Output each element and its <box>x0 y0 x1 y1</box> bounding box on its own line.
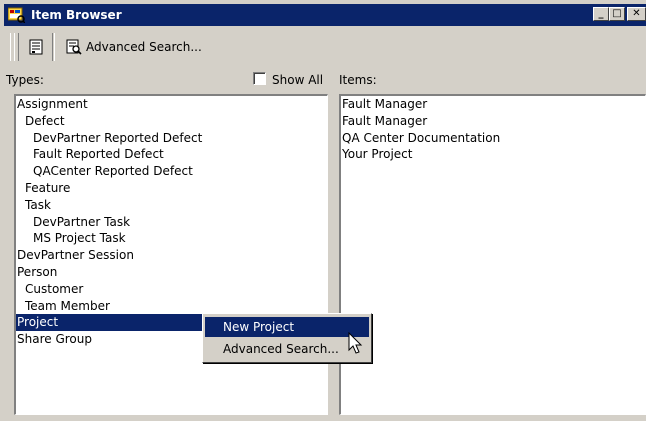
items-list[interactable]: Fault Manager Fault Manager QA Center Docu… <box>339 94 646 415</box>
tree-item[interactable]: DevPartner Task <box>16 214 327 231</box>
tree-item[interactable]: Feature <box>16 180 327 197</box>
tree-item[interactable]: Person <box>16 264 327 281</box>
item-properties-icon[interactable] <box>28 39 44 55</box>
types-label: Types: <box>6 73 44 87</box>
tree-item[interactable]: Fault Reported Defect <box>16 146 327 163</box>
show-all-label[interactable]: Show All <box>272 73 323 87</box>
tree-item[interactable]: Task <box>16 197 327 214</box>
tree-item[interactable]: Customer <box>16 281 327 298</box>
list-item[interactable]: Your Project <box>341 146 645 163</box>
list-item[interactable]: Fault Manager <box>341 113 645 130</box>
tree-item[interactable]: MS Project Task <box>16 230 327 247</box>
menu-item-advanced-search[interactable]: Advanced Search... <box>205 339 369 359</box>
toolbar-separator <box>52 33 55 61</box>
menu-item-new-project[interactable]: New Project <box>205 317 369 337</box>
items-label: Items: <box>339 73 377 87</box>
tree-item[interactable]: DevPartner Reported Defect <box>16 130 327 147</box>
tree-item[interactable]: Assignment <box>16 96 327 113</box>
advanced-search-button[interactable]: Advanced Search... <box>60 35 220 61</box>
toolbar: Advanced Search... <box>4 31 646 67</box>
mouse-pointer-icon <box>348 332 363 354</box>
close-icon: ✕ <box>632 8 641 19</box>
item-browser-window: Item Browser _ □ ✕ Advanced Search... Ty… <box>0 0 646 421</box>
maximize-icon: □ <box>612 8 622 19</box>
tree-item[interactable]: Defect <box>16 113 327 130</box>
close-button[interactable]: ✕ <box>627 7 646 21</box>
tree-item[interactable]: Team Member <box>16 298 327 315</box>
item-browser-app-icon <box>8 7 25 23</box>
tree-item[interactable]: QACenter Reported Defect <box>16 163 327 180</box>
window-title: Item Browser <box>31 8 122 22</box>
minimize-button[interactable]: _ <box>593 7 609 21</box>
list-item[interactable]: Fault Manager <box>341 96 645 113</box>
types-tree[interactable]: Assignment Defect DevPartner Reported Defe… <box>14 94 328 415</box>
advanced-search-icon <box>66 39 82 55</box>
maximize-button[interactable]: □ <box>609 7 625 21</box>
advanced-search-label: Advanced Search... <box>86 40 202 54</box>
context-menu: New Project Advanced Search... <box>202 313 372 363</box>
list-item[interactable]: QA Center Documentation <box>341 130 645 147</box>
minimize-icon: _ <box>598 8 604 19</box>
toolbar-grip-2[interactable] <box>14 33 19 61</box>
show-all-checkbox[interactable] <box>253 72 266 85</box>
title-bar[interactable]: Item Browser _ □ ✕ <box>4 4 646 26</box>
tree-item[interactable]: DevPartner Session <box>16 247 327 264</box>
